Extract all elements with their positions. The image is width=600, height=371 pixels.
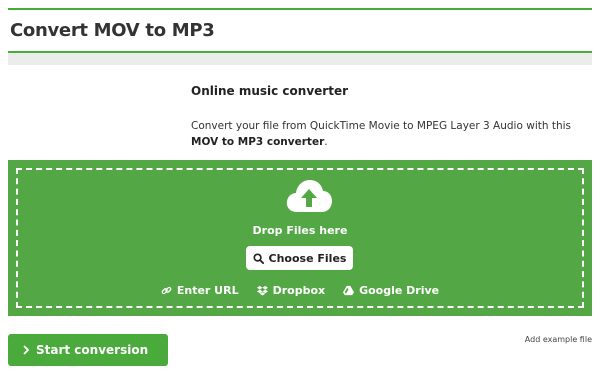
choose-files-button[interactable]: Choose Files bbox=[246, 246, 353, 270]
converter-description: Convert your file from QuickTime Movie t… bbox=[191, 118, 591, 150]
google-drive-icon bbox=[343, 285, 355, 296]
cloud-upload-icon bbox=[286, 180, 332, 212]
google-drive-label: Google Drive bbox=[359, 284, 440, 297]
section-subheading: Online music converter bbox=[191, 84, 348, 98]
add-example-file-link[interactable]: Add example file bbox=[525, 335, 592, 344]
google-drive-link[interactable]: Google Drive bbox=[343, 284, 439, 297]
description-end: . bbox=[324, 136, 328, 148]
dropbox-link[interactable]: Dropbox bbox=[256, 284, 326, 297]
dropbox-icon bbox=[256, 285, 268, 296]
description-bold: MOV to MP3 converter bbox=[191, 136, 325, 148]
dropbox-label: Dropbox bbox=[272, 284, 326, 297]
description-text: Convert your file from QuickTime Movie t… bbox=[191, 120, 572, 132]
link-icon bbox=[161, 286, 172, 295]
page-title: Convert MOV to MP3 bbox=[10, 20, 215, 41]
drop-files-text: Drop Files here bbox=[252, 224, 348, 237]
top-accent-line bbox=[8, 8, 592, 10]
file-sources: Enter URL Dropbox Google Drive bbox=[8, 284, 592, 297]
start-conversion-button[interactable]: Start conversion bbox=[8, 334, 168, 366]
file-dropzone[interactable]: Drop Files here Choose Files Enter URL D… bbox=[8, 160, 592, 316]
enter-url-link[interactable]: Enter URL bbox=[161, 284, 239, 297]
enter-url-label: Enter URL bbox=[176, 284, 239, 297]
gray-bar bbox=[8, 53, 592, 65]
chevron-right-icon bbox=[23, 345, 30, 355]
start-conversion-label: Start conversion bbox=[36, 343, 149, 357]
choose-files-label: Choose Files bbox=[268, 251, 347, 265]
search-icon bbox=[252, 252, 264, 264]
